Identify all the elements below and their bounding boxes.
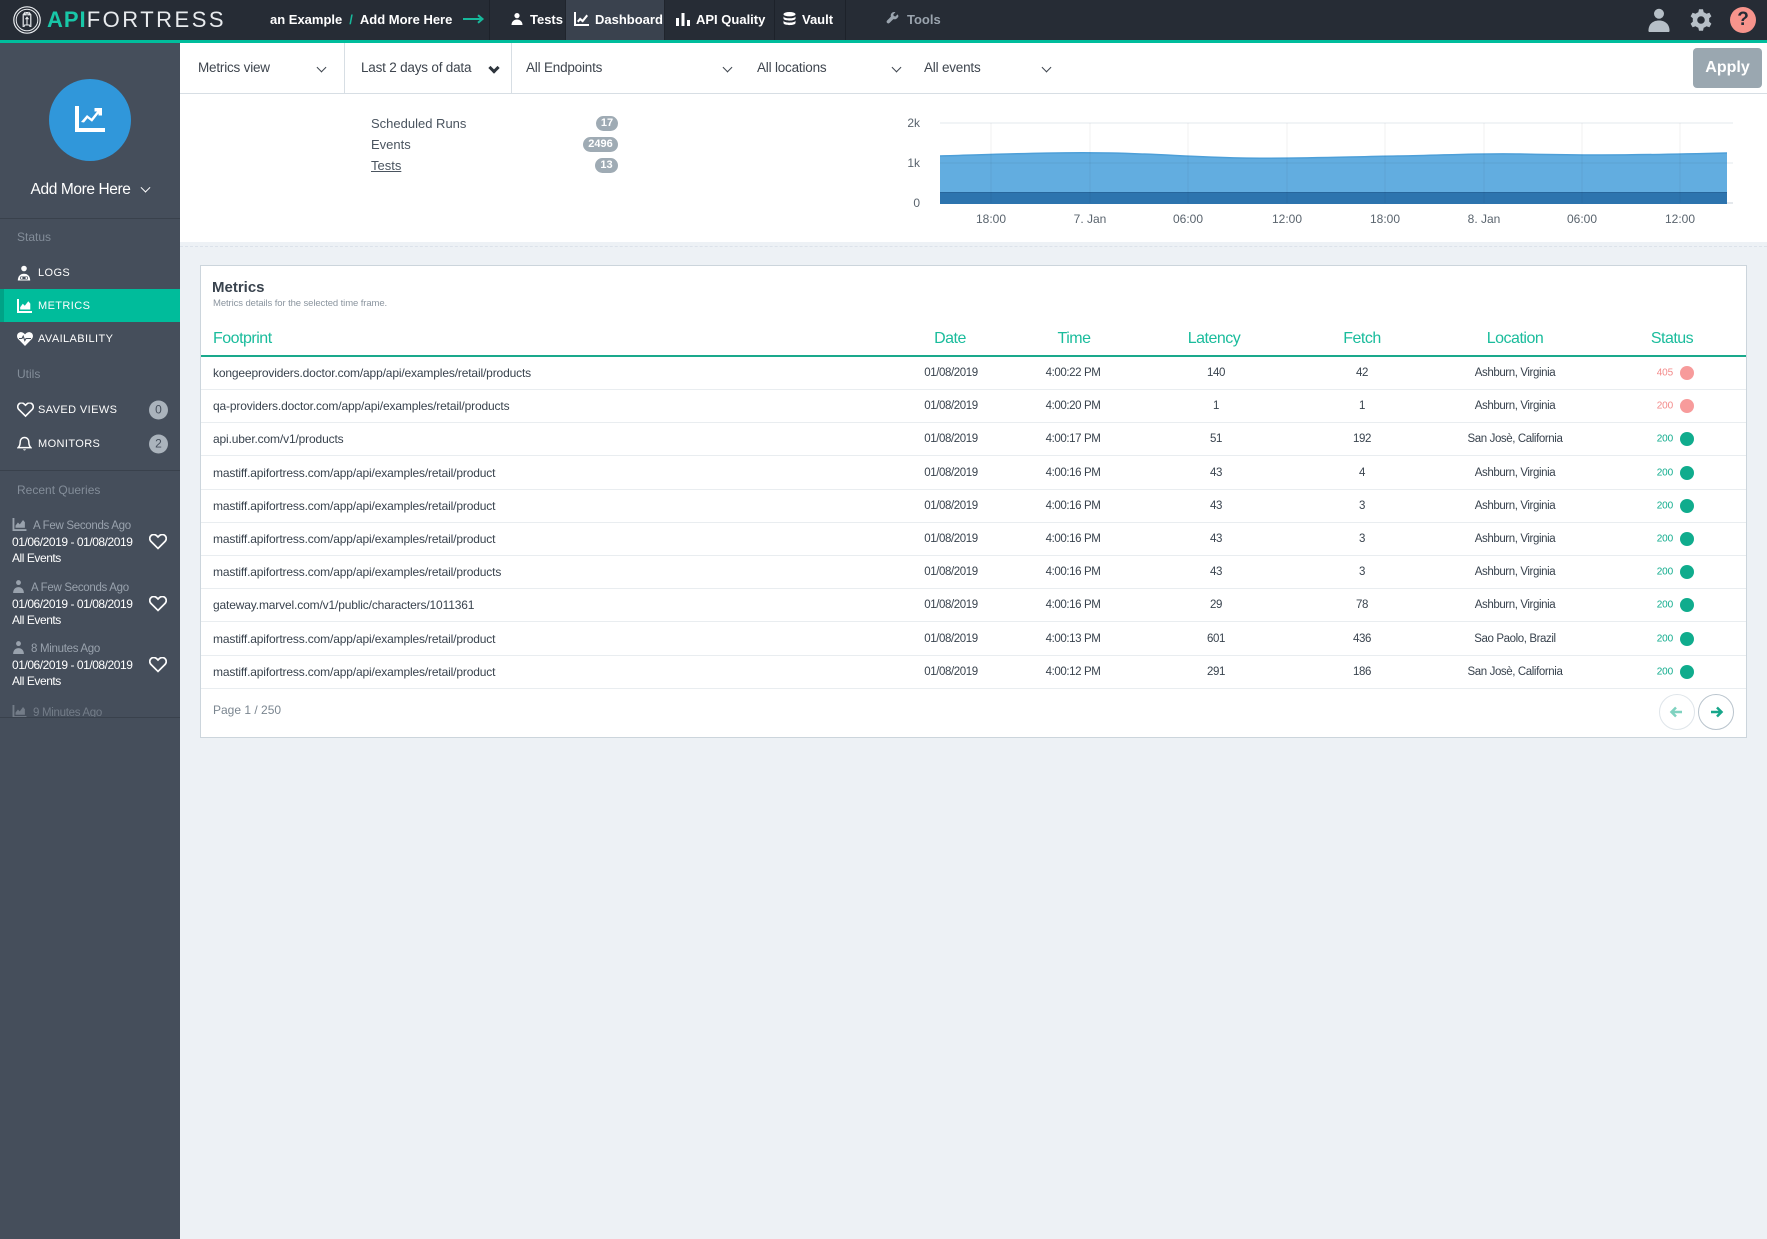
svg-text:7. Jan: 7. Jan [1074,212,1107,226]
svg-text:18:00: 18:00 [976,212,1006,226]
svg-text:12:00: 12:00 [1665,212,1695,226]
svg-text:06:00: 06:00 [1173,212,1203,226]
svg-text:06:00: 06:00 [1567,212,1597,226]
svg-text:0: 0 [913,196,920,210]
svg-text:12:00: 12:00 [1272,212,1302,226]
svg-text:1k: 1k [907,156,921,170]
svg-text:2k: 2k [907,116,921,130]
svg-text:18:00: 18:00 [1370,212,1400,226]
svg-text:8. Jan: 8. Jan [1468,212,1501,226]
